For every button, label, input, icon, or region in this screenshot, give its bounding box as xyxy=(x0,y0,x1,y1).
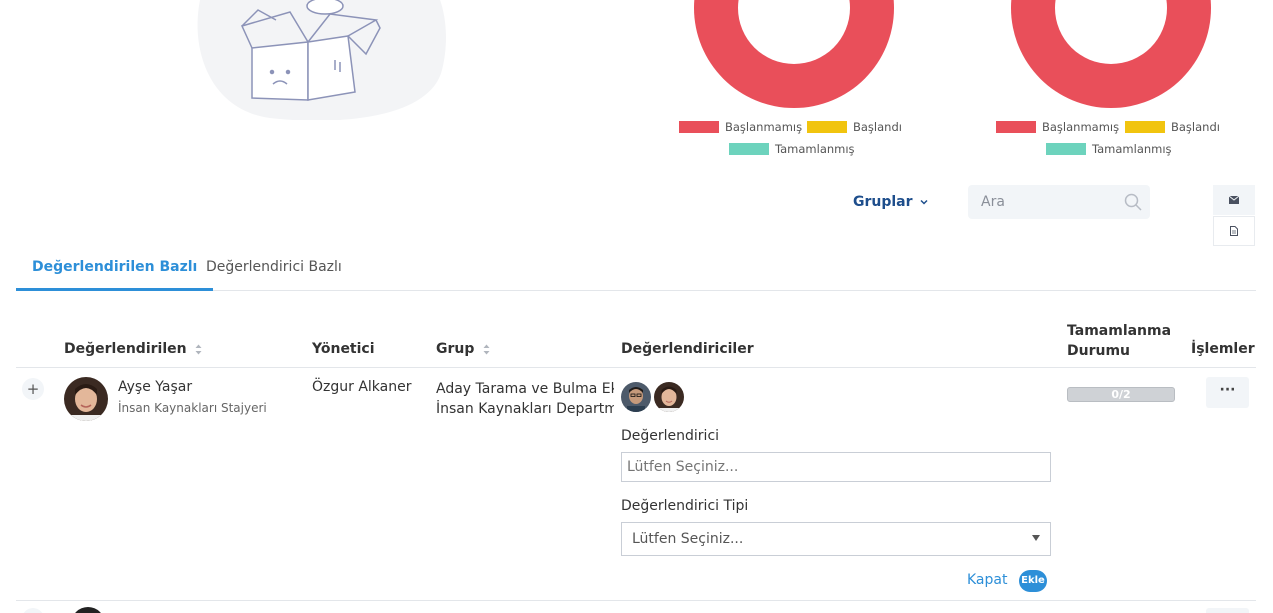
document-icon xyxy=(1230,226,1238,236)
evaluator-avatar[interactable] xyxy=(654,382,684,412)
legend-swatch xyxy=(807,121,847,133)
evaluator-type-selected-value: Lütfen Seçiniz... xyxy=(632,531,744,547)
column-header-evaluators: Değerlendiriciler xyxy=(621,341,754,357)
legend-item-started: Başlandı xyxy=(1125,120,1220,134)
page: Başlanmamış Başlandı Tamamlanmış Başlanm… xyxy=(0,0,1273,613)
group-line: İnsan Kaynakları Departmanı xyxy=(436,401,614,417)
column-header-group[interactable]: Grup xyxy=(436,341,490,357)
column-header-manager: Yönetici xyxy=(312,341,375,357)
row-divider xyxy=(16,600,1256,601)
column-header-label: Değerlendirilen xyxy=(64,341,187,357)
person-photo xyxy=(64,377,108,421)
tab-bar: Değerlendirilen Bazlı Değerlendirici Baz… xyxy=(16,246,1256,291)
evaluator-avatar[interactable] xyxy=(621,382,651,412)
legend-item-started: Başlandı xyxy=(807,120,902,134)
legend-label: Başlanmamış xyxy=(725,120,803,134)
legend-item-not-started: Başlanmamış xyxy=(679,120,802,134)
more-actions-button[interactable] xyxy=(1206,608,1249,613)
expand-row-button[interactable]: + xyxy=(22,378,44,400)
group-name: Aday Tarama ve Bulma Ekibi İnsan Kaynakl… xyxy=(436,379,614,419)
legend-label: Başlandı xyxy=(853,120,902,134)
column-header-label: Tamamlanma xyxy=(1067,323,1172,339)
legend-swatch xyxy=(1125,121,1165,133)
legend-label: Başlanmamış xyxy=(1042,120,1120,134)
evaluated-role: İnsan Kaynakları Stajyeri xyxy=(118,401,267,415)
search-box xyxy=(968,185,1150,219)
group-line: Aday Tarama ve Bulma Ekibi xyxy=(436,381,614,397)
tab-evaluated-based[interactable]: Değerlendirilen Bazlı xyxy=(16,246,214,291)
legend-swatch xyxy=(679,121,719,133)
empty-box-illustration xyxy=(197,0,446,120)
evaluator-label: Değerlendirici xyxy=(621,428,720,444)
column-header-label: Grup xyxy=(436,341,475,357)
add-button[interactable]: Ekle xyxy=(1019,570,1047,592)
column-header-completion: Tamamlanma Durumu xyxy=(1067,321,1171,361)
evaluator-type-select[interactable]: Lütfen Seçiniz... xyxy=(621,522,1051,556)
column-header-label: Durumu xyxy=(1067,343,1131,359)
sort-icon xyxy=(483,344,490,354)
caret-down-icon xyxy=(1032,535,1040,541)
legend-item-completed: Tamamlanmış xyxy=(729,142,855,156)
column-header-actions: İşlemler xyxy=(1191,341,1255,357)
envelope-icon xyxy=(1229,196,1239,204)
status-donut-chart-2 xyxy=(1011,0,1211,108)
person-photo xyxy=(621,382,651,412)
evaluated-name: Ayşe Yaşar xyxy=(118,379,193,395)
search-icon[interactable] xyxy=(1124,193,1142,211)
more-actions-button[interactable]: ··· xyxy=(1206,377,1249,408)
tab-evaluator-based[interactable]: Değerlendirici Bazlı xyxy=(190,246,358,291)
person-photo xyxy=(654,382,684,412)
legend-label: Başlandı xyxy=(1171,120,1220,134)
evaluator-type-label: Değerlendirici Tipi xyxy=(621,498,749,514)
evaluator-input[interactable] xyxy=(622,453,1050,481)
manager-name: Özgur Alkaner xyxy=(312,379,412,395)
header-divider xyxy=(16,367,1256,368)
sort-icon xyxy=(195,344,202,354)
legend-item-completed: Tamamlanmış xyxy=(1046,142,1172,156)
avatar xyxy=(71,607,105,613)
search-input[interactable] xyxy=(968,185,1108,219)
close-link[interactable]: Kapat xyxy=(967,572,1007,588)
export-document-button[interactable] xyxy=(1213,216,1255,246)
column-header-evaluated[interactable]: Değerlendirilen xyxy=(64,341,202,357)
legend-swatch xyxy=(1046,143,1086,155)
legend-label: Tamamlanmış xyxy=(1092,142,1172,156)
legend-label: Tamamlanmış xyxy=(775,142,855,156)
legend-swatch xyxy=(729,143,769,155)
legend-swatch xyxy=(996,121,1036,133)
expand-row-button[interactable] xyxy=(22,608,44,613)
groups-dropdown[interactable]: Gruplar xyxy=(853,194,928,210)
evaluator-field xyxy=(621,452,1051,482)
status-donut-chart-1 xyxy=(694,0,894,108)
completion-progress-bar: 0/2 xyxy=(1067,387,1175,402)
legend-item-not-started: Başlanmamış xyxy=(996,120,1119,134)
chevron-down-icon xyxy=(920,199,928,205)
groups-dropdown-label: Gruplar xyxy=(853,194,913,210)
avatar xyxy=(64,377,108,421)
send-email-button[interactable] xyxy=(1213,185,1255,215)
